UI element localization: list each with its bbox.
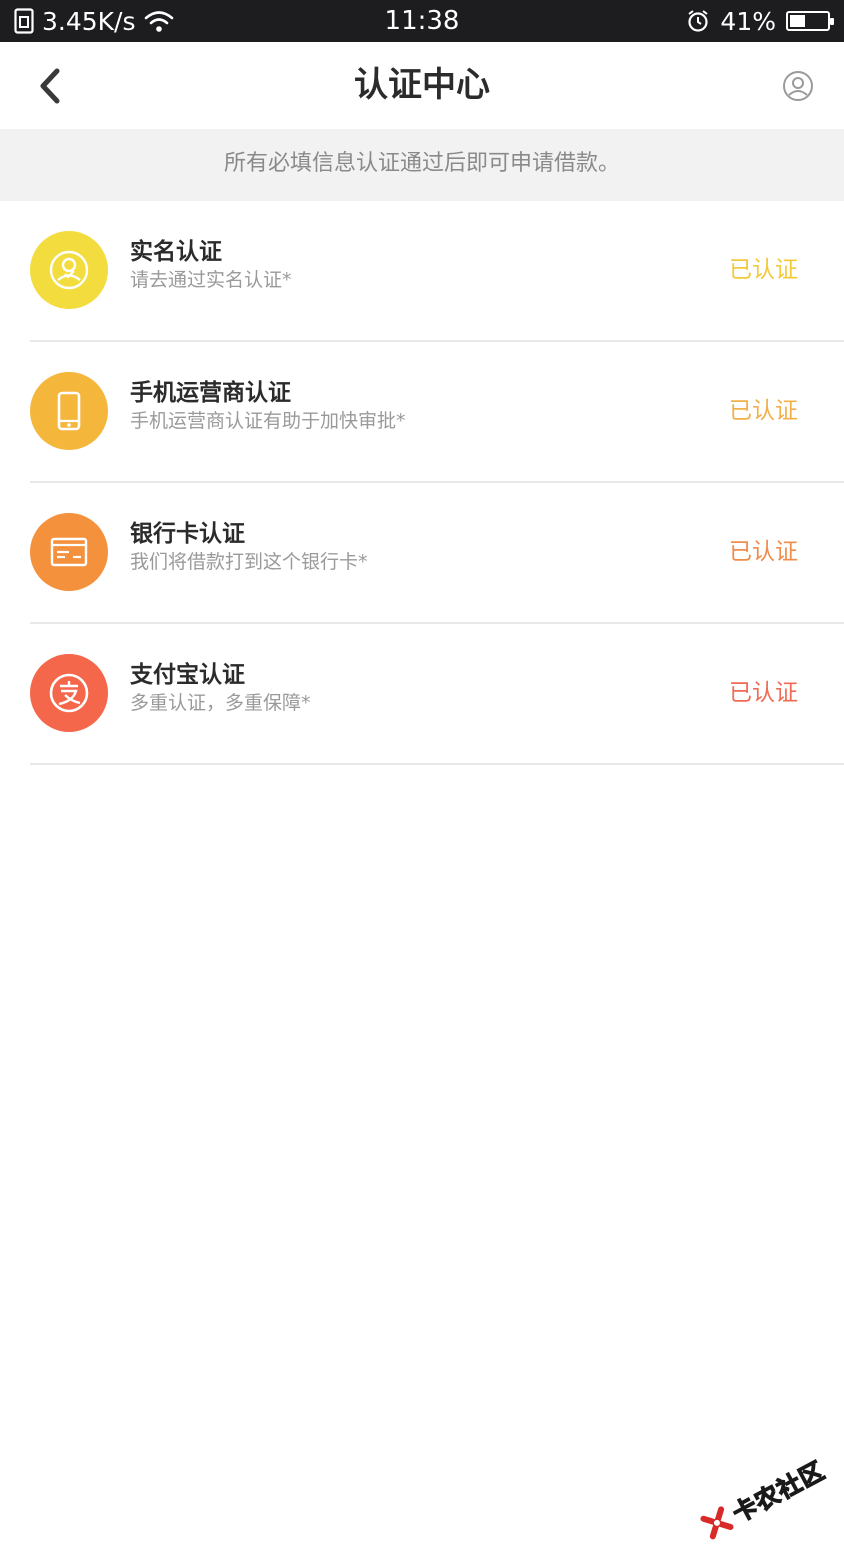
verification-list: 实名认证 请去通过实名认证* 已认证 手机运营商认证 手机运营商认证有助于加快审… [0,201,844,765]
item-title: 支付宝认证 [130,660,245,690]
bank-card-icon [47,530,91,574]
page-title: 认证中心 [0,64,844,106]
alarm-icon [686,9,710,33]
item-title: 手机运营商认证 [130,378,291,408]
watermark: 卡农社区 [697,1451,830,1544]
list-item-realname[interactable]: 实名认证 请去通过实名认证* 已认证 [0,201,844,342]
status-label: 已认证 [729,678,798,708]
notice-banner: 所有必填信息认证通过后即可申请借款。 [0,129,844,201]
list-item-bankcard[interactable]: 银行卡认证 我们将借款打到这个银行卡* 已认证 [0,483,844,624]
item-subtitle: 我们将借款打到这个银行卡* [130,549,368,575]
list-item-carrier[interactable]: 手机运营商认证 手机运营商认证有助于加快审批* 已认证 [0,342,844,483]
item-title: 实名认证 [130,237,222,267]
item-icon-circle [30,372,108,450]
item-subtitle: 请去通过实名认证* [130,267,292,293]
status-label: 已认证 [729,537,798,567]
item-title: 银行卡认证 [130,519,245,549]
alipay-icon [47,671,91,715]
item-icon-circle [30,231,108,309]
battery-level [790,15,805,27]
status-right: 41% [686,6,830,36]
nav-bar: 认证中心 [0,42,844,129]
item-subtitle: 手机运营商认证有助于加快审批* [130,408,406,434]
watermark-text: 卡农社区 [725,1451,830,1529]
divider [30,763,844,765]
item-subtitle: 多重认证，多重保障* [130,690,311,716]
item-icon-circle [30,513,108,591]
status-label: 已认证 [729,255,798,285]
profile-button[interactable] [774,62,822,110]
status-label: 已认证 [729,396,798,426]
item-icon-circle [30,654,108,732]
battery-icon [786,11,830,31]
face-id-icon [47,248,91,292]
status-bar: 3.45K/s 11:38 41% [0,0,844,42]
watermark-logo-icon [699,1505,734,1540]
battery-percent: 41% [720,7,776,36]
user-circle-icon [782,70,814,102]
list-item-alipay[interactable]: 支付宝认证 多重认证，多重保障* 已认证 [0,624,844,765]
phone-icon [47,389,91,433]
